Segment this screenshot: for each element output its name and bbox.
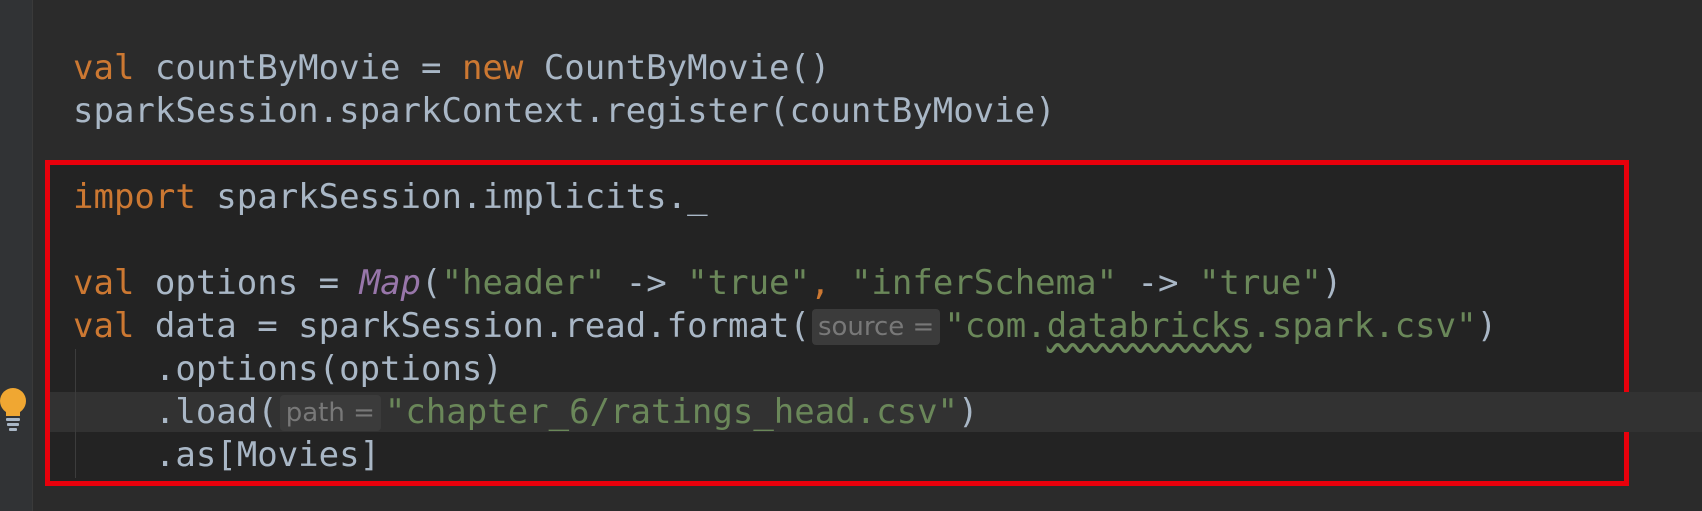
string-literal: "true": [1198, 263, 1322, 303]
code-line-3[interactable]: import sparkSession.implicits._: [73, 177, 708, 217]
keyword: import: [73, 177, 196, 217]
code-text: ): [1321, 263, 1343, 303]
code-line-4[interactable]: val options = Map("header" -> "true", "i…: [73, 263, 1342, 303]
spelling-warning[interactable]: databricks: [1047, 306, 1252, 346]
parameter-hint-source: source =: [811, 309, 941, 345]
code-text: .load(: [73, 392, 278, 432]
keyword: val: [73, 306, 135, 346]
map-function: Map: [359, 263, 422, 303]
code-line-6[interactable]: .options(options): [73, 349, 503, 389]
code-text: .options(options): [73, 349, 503, 389]
string-literal: "true": [687, 263, 810, 303]
code-text: sparkSession.implicits._: [195, 177, 708, 217]
code-text: ): [958, 392, 979, 432]
string-literal: .spark.csv": [1251, 306, 1477, 346]
keyword: val: [73, 48, 135, 88]
code-text: sparkSession.sparkContext.register(count…: [73, 91, 1056, 131]
lightbulb-icon[interactable]: [0, 386, 30, 432]
keyword: new: [461, 48, 524, 88]
keyword: val: [73, 263, 135, 303]
code-line-1[interactable]: val countByMovie = new CountByMovie(): [73, 48, 830, 88]
string-literal: "header": [441, 263, 606, 303]
code-line-5[interactable]: val data = sparkSession.read.format(sour…: [73, 306, 1497, 346]
string-literal: "com.: [944, 306, 1047, 346]
code-text: data = sparkSession.read.format(: [134, 306, 810, 346]
comma: ,: [809, 263, 851, 303]
code-text: (: [421, 263, 442, 303]
code-text: ->: [605, 263, 688, 303]
code-text: .as[Movies]: [73, 435, 381, 475]
parameter-hint-path: path =: [279, 395, 381, 431]
code-text: ): [1476, 306, 1498, 346]
string-literal: "inferSchema": [850, 263, 1118, 303]
editor-gutter[interactable]: [0, 0, 33, 511]
code-line-2[interactable]: sparkSession.sparkContext.register(count…: [73, 91, 1056, 131]
code-text: CountByMovie(): [523, 48, 831, 88]
string-literal: "chapter_6/ratings_head.csv": [384, 392, 959, 432]
code-text: options =: [134, 263, 360, 303]
code-editor[interactable]: val countByMovie = new CountByMovie() sp…: [0, 0, 1702, 511]
code-line-8[interactable]: .as[Movies]: [73, 435, 380, 475]
code-line-7[interactable]: .load(path = "chapter_6/ratings_head.csv"…: [73, 392, 979, 432]
code-text: ->: [1117, 263, 1199, 303]
code-text: countByMovie =: [134, 48, 462, 88]
